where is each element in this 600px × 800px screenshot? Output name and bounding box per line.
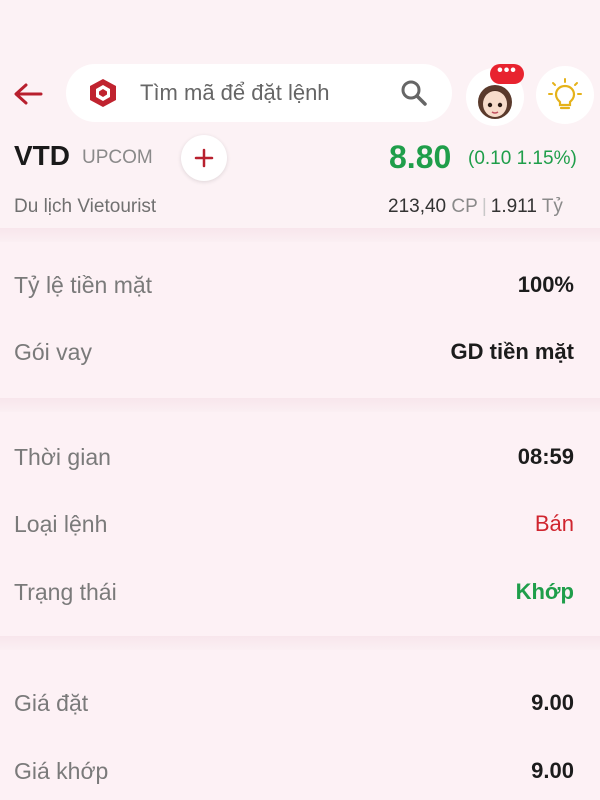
exchange-label: UPCOM <box>82 147 153 168</box>
loan-package-value: GD tiền mặt <box>450 339 574 364</box>
match-price-value: 9.00 <box>531 758 574 783</box>
plus-icon <box>194 148 214 168</box>
lightbulb-icon <box>548 78 582 110</box>
notification-badge[interactable]: ••• <box>490 63 524 84</box>
cash-ratio-value: 100% <box>517 272 574 297</box>
order-type-label: Loại lệnh <box>14 511 108 537</box>
separator: | <box>481 196 487 217</box>
order-price-row: Giá đặt 9.00 <box>0 684 600 724</box>
search-icon[interactable] <box>400 79 428 107</box>
trading-volume: 213,40 CP | 1.911 Tỷ <box>388 196 563 218</box>
loan-package-label: Gói vay <box>14 339 92 365</box>
avatar[interactable]: ••• <box>466 63 524 126</box>
time-value: 08:59 <box>517 444 574 469</box>
status-row: Trạng thái Khớp <box>0 573 600 613</box>
stock-price: 8.80 <box>389 139 452 175</box>
cash-ratio-label: Tỷ lệ tiền mặt <box>14 272 153 298</box>
order-type-value: Bán <box>534 511 574 536</box>
time-label: Thời gian <box>14 444 111 470</box>
price-change: (0.10 1.15%) <box>468 148 577 169</box>
search-bar[interactable] <box>66 64 452 122</box>
order-type-row: Loại lệnh Bán <box>0 505 600 545</box>
status-label: Trạng thái <box>14 579 117 605</box>
arrow-left-icon <box>14 83 43 105</box>
section-divider <box>0 398 600 412</box>
match-price-row: Giá khớp 9.00 <box>0 752 600 792</box>
order-price-value: 9.00 <box>531 690 574 715</box>
section-divider <box>0 228 600 242</box>
top-header: ••• VTD UPCOM 8.80 (0.10 1.15%) Du lịch … <box>0 0 600 230</box>
idea-button[interactable] <box>536 66 594 124</box>
status-value: Khớp <box>515 579 574 604</box>
back-button[interactable] <box>8 74 48 114</box>
company-name: Du lịch Vietourist <box>14 196 157 217</box>
loan-package-row: Gói vay GD tiền mặt <box>0 333 600 373</box>
time-row: Thời gian 08:59 <box>0 438 600 478</box>
price-section: Giá đặt 9.00 Giá khớp 9.00 <box>0 650 600 800</box>
search-input[interactable] <box>140 73 390 113</box>
trade-value: 1.911 <box>490 196 537 217</box>
volume-value: 213,40 <box>388 196 447 217</box>
order-price-label: Giá đặt <box>14 690 89 716</box>
section-divider <box>0 636 600 650</box>
match-price-label: Giá khớp <box>14 758 109 784</box>
stock-ticker: VTD <box>14 140 70 171</box>
brand-logo-icon <box>88 78 118 108</box>
cash-ratio-row: Tỷ lệ tiền mặt 100% <box>0 266 600 306</box>
loan-section: Tỷ lệ tiền mặt 100% Gói vay GD tiền mặt <box>0 242 600 400</box>
add-watchlist-button[interactable] <box>181 135 227 181</box>
order-info-section: Thời gian 08:59 Loại lệnh Bán Trạng thái… <box>0 412 600 638</box>
volume-unit: CP <box>451 196 478 217</box>
trade-value-unit: Tỷ <box>541 196 563 217</box>
avatar-face-icon <box>478 85 512 119</box>
